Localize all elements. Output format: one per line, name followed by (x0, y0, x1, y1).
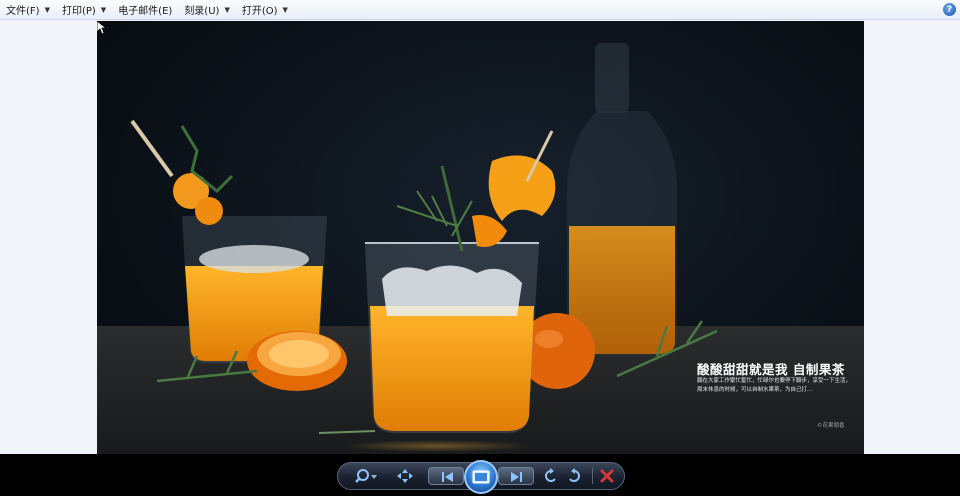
fit-to-window-button[interactable] (396, 468, 414, 484)
delete-button[interactable] (599, 468, 615, 484)
chevron-down-icon: ▼ (44, 5, 50, 14)
menu-file[interactable]: 文件(F) ▼ (0, 0, 56, 20)
next-button[interactable] (498, 467, 534, 485)
zoom-icon (355, 469, 377, 483)
chevron-down-icon: ▼ (282, 5, 288, 14)
next-icon (511, 472, 522, 482)
menu-burn-label: 刻录(U) (184, 6, 220, 17)
fit-to-window-icon (397, 469, 413, 483)
delete-icon (600, 469, 614, 483)
previous-icon (442, 472, 453, 482)
rotate-clockwise-button[interactable] (566, 468, 582, 484)
help-icon[interactable]: ? (943, 3, 956, 16)
menu-burn[interactable]: 刻录(U) ▼ (178, 0, 236, 20)
menu-open-label: 打开(O) (241, 6, 278, 17)
displayed-photo: 酸酸甜甜就是我 自制果茶 願在大家工作繁忙髮忙，忙碌尔也要停下腳步，享受一下生活… (97, 21, 864, 454)
main-glass (342, 130, 556, 452)
menu-email-label: 电子邮件(E) (118, 6, 173, 17)
caption-title: 酸酸甜甜就是我 自制果茶 (697, 362, 845, 377)
menu-email[interactable]: 电子邮件(E) (112, 0, 178, 20)
previous-button[interactable] (428, 467, 464, 485)
menu-print[interactable]: 打印(P) ▼ (56, 0, 112, 20)
bottle (567, 43, 677, 356)
menu-file-label: 文件(F) (6, 6, 40, 17)
image-viewer-area: 酸酸甜甜就是我 自制果茶 願在大家工作繁忙髮忙，忙碌尔也要停下腳步，享受一下生活… (0, 21, 960, 454)
mouse-cursor-icon (97, 21, 107, 35)
rotate-counterclockwise-icon (545, 468, 556, 482)
chevron-down-icon: ▼ (224, 5, 230, 14)
zoom-button[interactable] (354, 468, 378, 484)
separator (592, 468, 593, 484)
chevron-down-icon: ▼ (100, 5, 107, 14)
rotate-counterclockwise-button[interactable] (543, 468, 559, 484)
control-bar (0, 454, 960, 496)
slideshow-button[interactable] (464, 460, 498, 494)
rotate-clockwise-icon (569, 468, 580, 482)
menu-bar: 文件(F) ▼ 打印(P) ▼ 电子邮件(E) 刻录(U) ▼ 打开(O) ▼ … (0, 0, 960, 20)
caption-body: 願在大家工作繁忙髮忙，忙碌尔也要停下腳步，享受一下生活，周末休息的时候，可以自制… (697, 378, 852, 393)
menu-open[interactable]: 打开(O) ▼ (236, 0, 294, 20)
slideshow-icon (472, 470, 490, 484)
watermark: ©花果頭香 (817, 423, 845, 429)
menu-print-label: 打印(P) (61, 6, 96, 17)
